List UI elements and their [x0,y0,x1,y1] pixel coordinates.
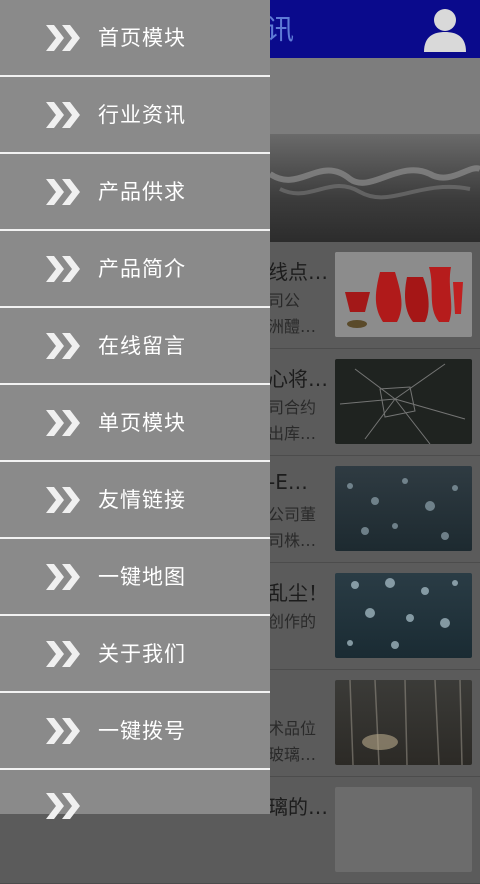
item-thumbnail [335,466,472,551]
double-chevron-right-icon [46,333,80,359]
navigation-drawer: 首页模块 行业资讯 产品供求 产品简介 在线留言 单页模块 友情链接 一键地图 … [0,0,270,819]
item-thumbnail [335,680,472,765]
item-desc: 术品位 玻璃… [268,719,317,764]
double-chevron-right-icon [46,102,80,128]
app-title: 讯 [266,13,295,46]
item-title: 璃的… [268,795,328,819]
menu-item-single-page[interactable]: 单页模块 [0,385,270,462]
item-desc [268,823,332,875]
user-icon[interactable] [422,6,468,52]
menu-item-partial[interactable] [0,770,270,845]
menu-item-map[interactable]: 一键地图 [0,539,270,616]
menu-item-friendly-links[interactable]: 友情链接 [0,462,270,539]
menu-item-supply-demand[interactable]: 产品供求 [0,154,270,231]
double-chevron-right-icon [46,256,80,282]
item-thumbnail [335,573,472,658]
menu-item-product-intro[interactable]: 产品简介 [0,231,270,308]
menu-item-home[interactable]: 首页模块 [0,0,270,77]
menu-item-label: 行业资讯 [98,103,186,127]
item-thumbnail [335,252,472,337]
menu-item-about-us[interactable]: 关于我们 [0,616,270,693]
double-chevron-right-icon [46,641,80,667]
item-title: 乱尘！ [268,581,328,605]
double-chevron-right-icon [46,564,80,590]
menu-item-industry-news[interactable]: 行业资讯 [0,77,270,154]
menu-item-label: 友情链接 [98,488,186,512]
item-desc: 司合约 出库… [268,398,317,443]
menu-item-label: 在线留言 [98,334,186,358]
item-thumbnail [335,787,472,872]
menu-item-label: 首页模块 [98,26,186,50]
double-chevron-right-icon [46,793,80,819]
item-desc: 公司董 司株… [268,505,317,550]
item-title: -E… [268,470,308,494]
menu-item-label: 关于我们 [98,642,186,666]
menu-item-online-message[interactable]: 在线留言 [0,308,270,385]
item-thumbnail [335,359,472,444]
double-chevron-right-icon [46,410,80,436]
double-chevron-right-icon [46,487,80,513]
menu-item-label: 产品简介 [98,257,186,281]
menu-item-dial[interactable]: 一键拨号 [0,693,270,770]
double-chevron-right-icon [46,718,80,744]
item-desc: 创作的 [268,612,317,631]
menu-item-label: 一键地图 [98,565,186,589]
item-title: 心将… [268,367,328,391]
menu-item-label: 产品供求 [98,180,186,204]
double-chevron-right-icon [46,179,80,205]
menu-item-label: 一键拨号 [98,719,186,743]
item-desc: 司公 洲醴… [268,291,317,336]
double-chevron-right-icon [46,25,80,51]
menu-item-label: 单页模块 [98,411,186,435]
item-title: 线点… [268,260,328,284]
